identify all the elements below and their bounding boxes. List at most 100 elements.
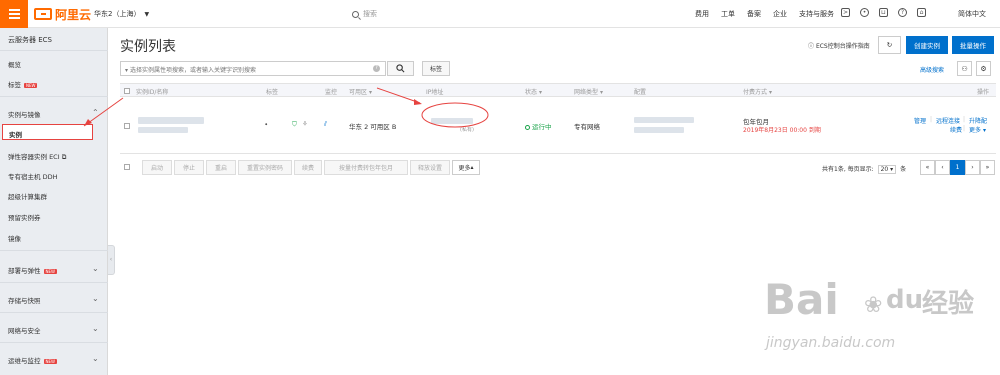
hamburger-menu-icon[interactable] bbox=[0, 0, 28, 28]
page-title: 实例列表 bbox=[120, 39, 176, 55]
tag-icon[interactable]: ⬩ bbox=[265, 120, 267, 129]
aliyun-logo[interactable]: 阿里云 bbox=[34, 7, 91, 22]
table-footer: 启动 停止 重启 重置实例密码 续费 按量付费转包年包月 释放设置 更多 ▴ 共有… bbox=[120, 158, 996, 178]
action-renew[interactable]: 续费 bbox=[950, 125, 962, 134]
language-switch[interactable]: 简体中文 bbox=[958, 9, 986, 19]
sidebar-item-ddh[interactable]: 专有宿主机 DDH bbox=[8, 171, 57, 181]
prev-page-button[interactable]: ‹ bbox=[935, 160, 950, 175]
page-size-select[interactable]: 20 ▾ bbox=[877, 165, 897, 174]
pagination-info: 共有1条, 每页显示: 20 ▾ 条 bbox=[822, 164, 906, 174]
col-network-label: 网络类型 bbox=[574, 89, 599, 96]
region-selector[interactable]: 华东2（上海） ▼ bbox=[94, 9, 149, 19]
nav-icp[interactable]: 备案 bbox=[747, 9, 761, 19]
reset-password-button[interactable]: 重置实例密码 bbox=[238, 160, 292, 175]
sidebar-section-deploy[interactable]: 部署与弹性 NEW bbox=[8, 265, 57, 275]
clear-icon[interactable]: ? bbox=[373, 65, 380, 72]
page-1-button[interactable]: 1 bbox=[950, 160, 965, 175]
action-remote-connect[interactable]: 远程连接 bbox=[936, 116, 960, 125]
sidebar-section-network[interactable]: 网络与安全 bbox=[8, 325, 41, 335]
refresh-icon: ↻ bbox=[886, 41, 893, 49]
next-page-button[interactable]: › bbox=[965, 160, 980, 175]
tag-filter-button[interactable]: 标签 bbox=[422, 61, 450, 76]
console-guide-link[interactable]: ⓘ ECS控制台操作指南 bbox=[808, 41, 870, 50]
batch-operations-button[interactable]: 批量操作 bbox=[952, 36, 994, 54]
monitor-chart-icon[interactable]: ⫽ bbox=[324, 120, 327, 129]
action-resize[interactable]: 升降配 bbox=[969, 116, 987, 125]
ops-icon[interactable]: ⚘ bbox=[302, 120, 308, 128]
chevron-down-icon[interactable]: ⌄ bbox=[92, 324, 99, 333]
create-instance-button[interactable]: 创建实例 bbox=[906, 36, 948, 54]
select-all-checkbox[interactable] bbox=[124, 88, 130, 94]
filter-placeholder: 选择实例属性项搜索，或者输入关键字识别搜索 bbox=[129, 67, 256, 74]
page-info-prefix: 共有1条, 每页显示: bbox=[822, 166, 874, 173]
home-icon[interactable]: ⌂ bbox=[917, 8, 926, 17]
start-button[interactable]: 启动 bbox=[142, 160, 172, 175]
advanced-search-link[interactable]: 高级搜索 bbox=[920, 65, 944, 74]
sidebar-section-ops[interactable]: 运维与监控 NEW bbox=[8, 355, 57, 365]
convert-billing-button[interactable]: 按量付费转包年包月 bbox=[324, 160, 408, 175]
more-button[interactable]: 更多 ▴ bbox=[452, 160, 480, 175]
release-settings-button[interactable]: 释放设置 bbox=[410, 160, 450, 175]
col-billing[interactable]: 付费方式 ▾ bbox=[743, 87, 772, 96]
top-icons: > • ⊔ ? ⌂ bbox=[841, 8, 926, 17]
new-badge: NEW bbox=[24, 82, 38, 88]
separator: | bbox=[963, 116, 966, 123]
region-label: 华东2（上海） bbox=[94, 10, 141, 18]
sidebar: 云服务器 ECS 概览 标签 NEW 实例与镜像 ⌃ 实例 弹性容器实例 ECI … bbox=[0, 28, 108, 375]
search-icon bbox=[396, 64, 405, 73]
action-manage[interactable]: 管理 bbox=[914, 116, 926, 125]
sidebar-item-tags[interactable]: 标签 NEW bbox=[8, 79, 38, 89]
sidebar-item-scc[interactable]: 超级计算集群 bbox=[8, 191, 47, 201]
col-zone-label: 可用区 bbox=[349, 89, 368, 96]
sidebar-title: 云服务器 ECS bbox=[8, 36, 52, 44]
col-status-label: 状态 bbox=[525, 89, 538, 96]
settings-button[interactable]: ⚙ bbox=[976, 61, 991, 76]
col-tags: 标签 bbox=[266, 89, 279, 96]
row-checkbox[interactable] bbox=[124, 123, 130, 129]
chevron-down-icon[interactable]: ⌄ bbox=[92, 294, 99, 303]
bell-icon[interactable]: • bbox=[860, 8, 869, 17]
chevron-down-icon[interactable]: ⌄ bbox=[92, 264, 99, 273]
gear-icon: ⚙ bbox=[980, 64, 987, 73]
nav-tickets[interactable]: 工单 bbox=[721, 9, 735, 19]
restart-button[interactable]: 重启 bbox=[206, 160, 236, 175]
sidebar-section-storage[interactable]: 存储与快照 bbox=[8, 295, 41, 305]
instance-filter-input[interactable]: ▾ 选择实例属性项搜索，或者输入关键字识别搜索 ? bbox=[120, 61, 386, 76]
first-page-button[interactable]: « bbox=[920, 160, 935, 175]
last-page-button[interactable]: » bbox=[980, 160, 995, 175]
user-settings-button[interactable]: ⚇ bbox=[957, 61, 972, 76]
chevron-up-icon[interactable]: ⌃ bbox=[92, 108, 99, 117]
col-network[interactable]: 网络类型 ▾ bbox=[574, 87, 603, 96]
renew-button[interactable]: 续费 bbox=[294, 160, 322, 175]
col-zone[interactable]: 可用区 ▾ bbox=[349, 87, 372, 96]
select-all-checkbox[interactable] bbox=[124, 164, 130, 170]
sidebar-item-reserved[interactable]: 预留实例券 bbox=[8, 212, 41, 222]
col-billing-label: 付费方式 bbox=[743, 89, 768, 96]
refresh-button[interactable]: ↻ bbox=[878, 36, 901, 54]
instance-id-redacted[interactable] bbox=[138, 117, 204, 124]
sidebar-item-overview[interactable]: 概览 bbox=[8, 59, 21, 69]
ip-private-label: (私有) bbox=[460, 127, 474, 133]
sidebar-item-instances[interactable]: 实例 bbox=[2, 124, 93, 140]
caret-down-icon: ▾ bbox=[368, 89, 372, 96]
help-icon[interactable]: ? bbox=[898, 8, 907, 17]
action-more[interactable]: 更多 ▾ bbox=[969, 125, 986, 134]
col-status[interactable]: 状态 ▾ bbox=[525, 87, 542, 96]
sidebar-item-eci-label: 弹性容器实例 ECI bbox=[8, 153, 60, 161]
cart-icon[interactable]: ⊔ bbox=[879, 8, 888, 17]
stop-button[interactable]: 停止 bbox=[174, 160, 204, 175]
nav-billing[interactable]: 费用 bbox=[695, 9, 709, 19]
terminal-icon[interactable]: > bbox=[841, 8, 850, 17]
sidebar-item-eci[interactable]: 弹性容器实例 ECI ⧉ bbox=[8, 151, 66, 162]
chevron-down-icon[interactable]: ⌄ bbox=[92, 354, 99, 363]
top-navbar: 阿里云 华东2（上海） ▼ 搜索 费用 工单 备案 企业 支持与服务 > • ⊔ … bbox=[0, 0, 1000, 28]
global-search[interactable]: 搜索 bbox=[352, 9, 377, 19]
sidebar-item-images[interactable]: 镜像 bbox=[8, 233, 21, 243]
running-status-icon bbox=[525, 125, 530, 130]
nav-support[interactable]: 支持与服务 bbox=[799, 9, 834, 19]
nav-enterprise[interactable]: 企业 bbox=[773, 9, 787, 19]
search-button[interactable] bbox=[387, 61, 414, 76]
sidebar-section-instances[interactable]: 实例与镜像 bbox=[8, 109, 41, 119]
shield-icon[interactable]: ⛉ bbox=[292, 120, 297, 129]
zone-value: 华东 2 可用区 B bbox=[349, 123, 397, 131]
